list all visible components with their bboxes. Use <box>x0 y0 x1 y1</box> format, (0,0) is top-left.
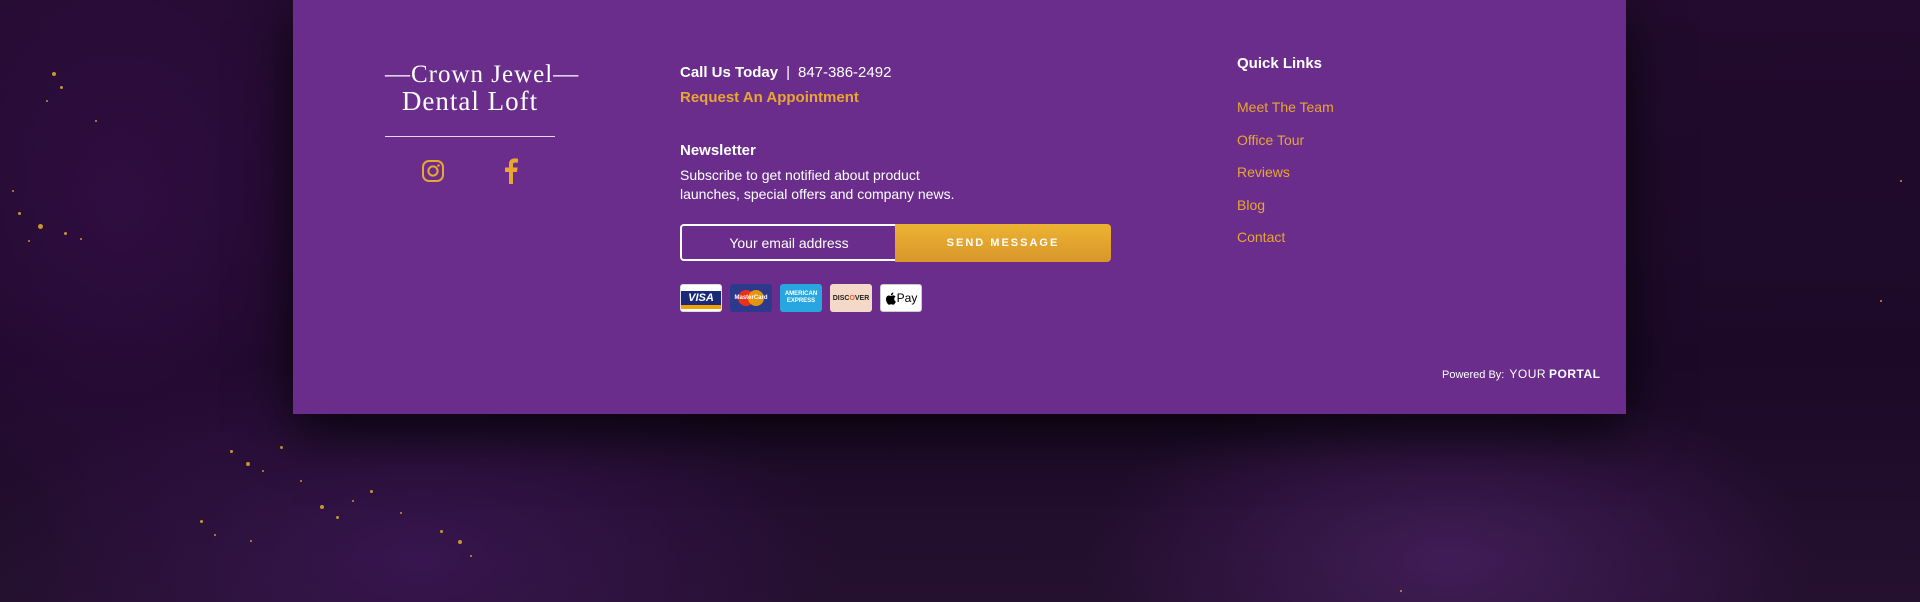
quick-link-office-tour[interactable]: Office Tour <box>1237 132 1304 148</box>
crown-jewel-logo[interactable]: —Crown Jewel— Dental Loft <box>385 61 580 116</box>
visa-card-icon: VISA <box>680 284 722 312</box>
gold-speck <box>18 212 21 215</box>
call-us-line: Call Us Today | 847-386-2492 <box>680 64 891 81</box>
gold-speck <box>1900 180 1902 182</box>
gold-speck <box>46 100 48 102</box>
gold-speck <box>1400 590 1402 592</box>
gold-speck <box>370 490 373 493</box>
gold-speck <box>440 530 443 533</box>
powered-by[interactable]: Powered By: YOUR PORTAL <box>1442 367 1601 381</box>
gold-speck <box>1880 300 1882 302</box>
logo-line-2: Dental Loft <box>401 86 539 116</box>
gold-speck <box>60 86 63 89</box>
gold-speck <box>12 190 14 192</box>
powered-by-label: Powered By: <box>1442 369 1505 381</box>
gold-speck <box>28 240 30 242</box>
gold-speck <box>400 512 402 514</box>
gold-speck <box>52 72 56 76</box>
facebook-glyph <box>505 158 518 184</box>
discover-text-start: DISC <box>832 294 850 302</box>
gold-speck <box>262 470 264 472</box>
logo-line-1: —Crown Jewel— <box>385 61 580 88</box>
visa-stripe <box>681 305 721 309</box>
gold-speck <box>336 516 339 519</box>
newsletter-description: Subscribe to get notified about product … <box>680 167 955 202</box>
gold-speck <box>38 224 43 229</box>
quick-link-reviews[interactable]: Reviews <box>1237 164 1290 180</box>
your-portal-your: YOUR <box>1509 367 1547 381</box>
send-message-button[interactable]: SEND MESSAGE <box>895 224 1111 262</box>
gold-speck <box>200 520 203 523</box>
quick-link-meet-the-team[interactable]: Meet The Team <box>1237 99 1334 115</box>
gold-speck <box>95 120 97 122</box>
request-appointment-link[interactable]: Request An Appointment <box>680 89 859 106</box>
apple-pay-text: Pay <box>896 291 918 305</box>
gold-speck <box>250 540 252 542</box>
discover-card-icon: DISC O VER <box>830 284 872 312</box>
your-portal-portal: PORTAL <box>1549 367 1601 381</box>
quick-links-title: Quick Links <box>1237 55 1323 72</box>
quick-link-blog[interactable]: Blog <box>1237 197 1265 213</box>
amex-text: AMERICAN EXPRESS <box>784 291 818 304</box>
gold-speck <box>352 500 354 502</box>
quick-link-contact[interactable]: Contact <box>1237 229 1285 245</box>
mastercard-icon: MasterCard <box>730 284 772 312</box>
site-footer: —Crown Jewel— Dental Loft Call Us Today |… <box>293 0 1626 414</box>
gold-speck <box>300 480 302 482</box>
email-input[interactable] <box>680 224 896 261</box>
gold-speck <box>64 232 67 235</box>
gold-speck <box>280 446 283 449</box>
gold-speck <box>230 450 233 453</box>
apple-logo-icon <box>885 292 896 305</box>
phone-number[interactable]: 847-386-2492 <box>798 64 891 81</box>
call-separator: | <box>786 64 790 81</box>
instagram-icon[interactable] <box>418 156 448 186</box>
amex-card-icon: AMERICAN EXPRESS <box>780 284 822 312</box>
instagram-glyph <box>422 160 444 182</box>
newsletter-title: Newsletter <box>680 142 756 159</box>
call-us-label: Call Us Today <box>680 64 779 81</box>
gold-speck <box>214 534 216 536</box>
gold-speck <box>470 555 472 557</box>
facebook-icon[interactable] <box>496 156 526 186</box>
visa-text: VISA <box>681 291 721 305</box>
gold-speck <box>458 540 462 544</box>
mastercard-text: MasterCard <box>734 295 768 301</box>
apple-pay-icon: Pay <box>880 284 922 312</box>
gold-speck <box>80 238 82 240</box>
gold-speck <box>320 505 324 509</box>
discover-text-end: VER <box>854 294 870 302</box>
logo-divider <box>385 136 555 137</box>
gold-speck <box>246 462 250 466</box>
